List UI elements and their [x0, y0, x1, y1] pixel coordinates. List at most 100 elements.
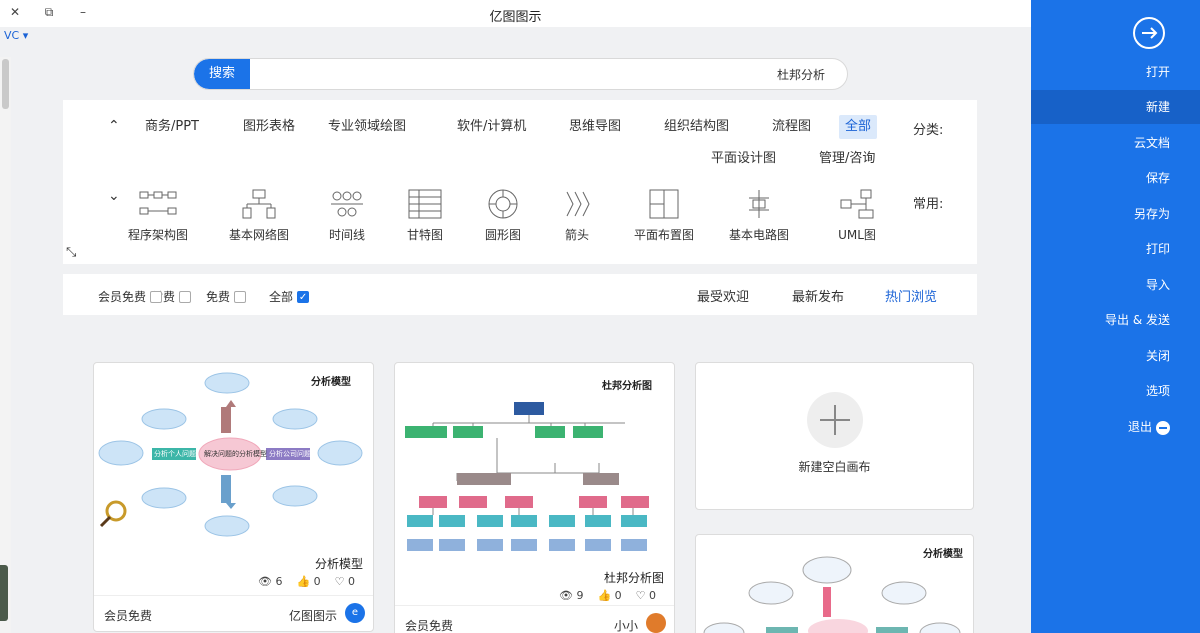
- sidebar-item-new[interactable]: 新建: [1031, 90, 1200, 124]
- battery-widget: [0, 565, 8, 621]
- thumbs-up-icon[interactable]: 👍 0: [296, 575, 320, 588]
- arrow-icon: [566, 191, 590, 217]
- card-stats: 👁 9 👍 0 ♡ 0: [559, 589, 656, 602]
- sidebar-item-import[interactable]: 导入: [1031, 268, 1200, 302]
- thumbs-up-icon[interactable]: 👍 0: [597, 589, 621, 602]
- heart-icon[interactable]: ♡ 0: [636, 589, 656, 602]
- tab-popular[interactable]: 最受欢迎: [697, 286, 749, 305]
- check-free[interactable]: 免费: [206, 288, 247, 305]
- sidebar-item-close[interactable]: 关闭: [1031, 339, 1200, 373]
- exit-label: 退出: [1127, 420, 1152, 434]
- check-free-label: 免费: [206, 290, 231, 304]
- heart-icon[interactable]: ♡ 0: [335, 575, 355, 588]
- search-input[interactable]: [254, 59, 839, 89]
- views-count: 9: [576, 589, 584, 602]
- collapse-chevron-icon[interactable]: ⌃: [108, 118, 120, 134]
- category-all[interactable]: 全部: [839, 115, 878, 139]
- template-arrow[interactable]: 箭头: [542, 188, 612, 243]
- category-management[interactable]: 管理/咨询: [819, 147, 875, 171]
- fullscreen-expand-icon[interactable]: ⤡: [66, 245, 76, 260]
- likes-count: 0: [614, 589, 622, 602]
- category-label: 分类:: [913, 123, 944, 138]
- template-card-analysis-model-2[interactable]: 分析模型: [695, 534, 974, 633]
- search-button[interactable]: 搜索: [194, 59, 250, 89]
- circle-diagram-icon: [488, 189, 518, 219]
- scrollbar-thumb[interactable]: [2, 59, 9, 109]
- template-gantt[interactable]: 甘特图: [390, 188, 460, 243]
- template-label: UML图: [838, 228, 876, 242]
- author-name[interactable]: 亿图图示: [289, 607, 337, 624]
- eye-icon: 👁 9: [558, 589, 584, 602]
- sidebar-item-export[interactable]: 导出 & 发送: [1031, 303, 1200, 337]
- category-professional[interactable]: 专业领域绘图: [328, 115, 406, 139]
- check-all-label: 全部: [269, 290, 294, 304]
- sidebar-item-open[interactable]: 打开: [1031, 55, 1200, 89]
- check-all[interactable]: 全部 ✓: [269, 288, 310, 305]
- favs-count: 0: [348, 575, 355, 588]
- template-label: 甘特图: [406, 228, 443, 242]
- common-label: 常用:: [913, 197, 944, 212]
- check-member-free[interactable]: 会员免费: [98, 288, 163, 305]
- price-label: 会员免费: [405, 619, 454, 633]
- checkbox-checked-icon[interactable]: ✓: [297, 290, 310, 303]
- checkbox-icon[interactable]: [150, 290, 163, 303]
- template-program-arch[interactable]: 程序架构图: [123, 188, 193, 243]
- template-label: 箭头: [564, 228, 589, 242]
- expand-chevron-icon[interactable]: ⌄: [108, 188, 120, 204]
- plus-icon: [807, 392, 863, 448]
- floor-plan-icon: [649, 189, 679, 219]
- card-footer: 会员免费 亿图图示 e: [94, 595, 373, 631]
- template-label: 圆形图: [484, 228, 521, 242]
- new-canvas-label: 新建空白画布: [798, 460, 871, 474]
- sidebar: 打开 新建 云文档 保存 另存为 打印 导入 导出 & 发送 关闭 选项 退出: [1031, 0, 1200, 633]
- sidebar-item-save-as[interactable]: 另存为: [1031, 197, 1200, 231]
- checkbox-icon[interactable]: [179, 290, 192, 303]
- author-name[interactable]: 小小: [614, 617, 638, 633]
- likes-count: 0: [313, 575, 321, 588]
- avatar[interactable]: [646, 613, 666, 633]
- template-uml[interactable]: UML图: [822, 188, 892, 243]
- template-label: 时间线: [328, 228, 365, 242]
- arrow-right-icon: [1142, 27, 1158, 39]
- window-title: 亿图图示: [489, 10, 542, 25]
- new-canvas-card[interactable]: 新建空白画布: [695, 362, 974, 510]
- template-circuit[interactable]: 基本电路图: [724, 188, 794, 243]
- exit-icon: [1156, 420, 1170, 435]
- category-org-chart[interactable]: 组织结构图: [664, 115, 729, 139]
- center-label: 解决问题的分析模型: [204, 450, 267, 458]
- template-floor-plan[interactable]: 平面布置图: [629, 188, 699, 243]
- sidebar-item-cloud[interactable]: 云文档: [1031, 126, 1200, 160]
- template-card-analysis-model[interactable]: 分析模型 解决问题的分析模型 分析个人问题 分析公司问题 分析模型 👁 6 👍 …: [93, 362, 374, 632]
- template-timeline[interactable]: 时间线: [312, 188, 382, 243]
- sidebar-item-options[interactable]: 选项: [1031, 374, 1200, 408]
- template-network[interactable]: 基本网络图: [224, 188, 294, 243]
- vc-dropdown[interactable]: VC ▾: [4, 29, 28, 42]
- template-label: 基本电路图: [728, 228, 789, 242]
- template-card-dupont[interactable]: 杜邦分析图 杜邦分析图 👁 9 👍 0 ♡ 0 会员免费 小小: [394, 362, 675, 633]
- timeline-icon: [331, 191, 363, 217]
- avatar[interactable]: e: [345, 603, 365, 623]
- card-footer: 会员免费 小小: [395, 605, 674, 633]
- category-graphic-design[interactable]: 平面设计图: [711, 147, 776, 171]
- category-table[interactable]: 图形表格: [243, 115, 295, 139]
- gantt-icon: [408, 189, 442, 219]
- sidebar-item-exit[interactable]: 退出: [1031, 410, 1200, 444]
- scrollbar[interactable]: [0, 57, 11, 633]
- tab-hot[interactable]: 热门浏览: [885, 286, 937, 305]
- arrow-right-circle-icon[interactable]: [1133, 17, 1165, 49]
- favs-count: 0: [649, 589, 656, 602]
- check-member-free-label: 会员免费: [98, 290, 147, 304]
- category-business-ppt[interactable]: 商务/PPT: [145, 115, 199, 139]
- template-label: 基本网络图: [228, 228, 289, 242]
- sidebar-item-save[interactable]: 保存: [1031, 161, 1200, 195]
- sidebar-item-print[interactable]: 打印: [1031, 232, 1200, 266]
- template-label: 程序架构图: [127, 228, 188, 242]
- category-software[interactable]: 软件/计算机: [457, 115, 526, 139]
- uml-icon: [840, 189, 874, 219]
- checkbox-icon[interactable]: [234, 290, 247, 303]
- card-title: 分析模型: [314, 557, 363, 571]
- category-flowchart[interactable]: 流程图: [772, 115, 811, 139]
- tab-latest[interactable]: 最新发布: [792, 286, 844, 305]
- category-mind-map[interactable]: 思维导图: [569, 115, 621, 139]
- template-circle[interactable]: 圆形图: [468, 188, 538, 243]
